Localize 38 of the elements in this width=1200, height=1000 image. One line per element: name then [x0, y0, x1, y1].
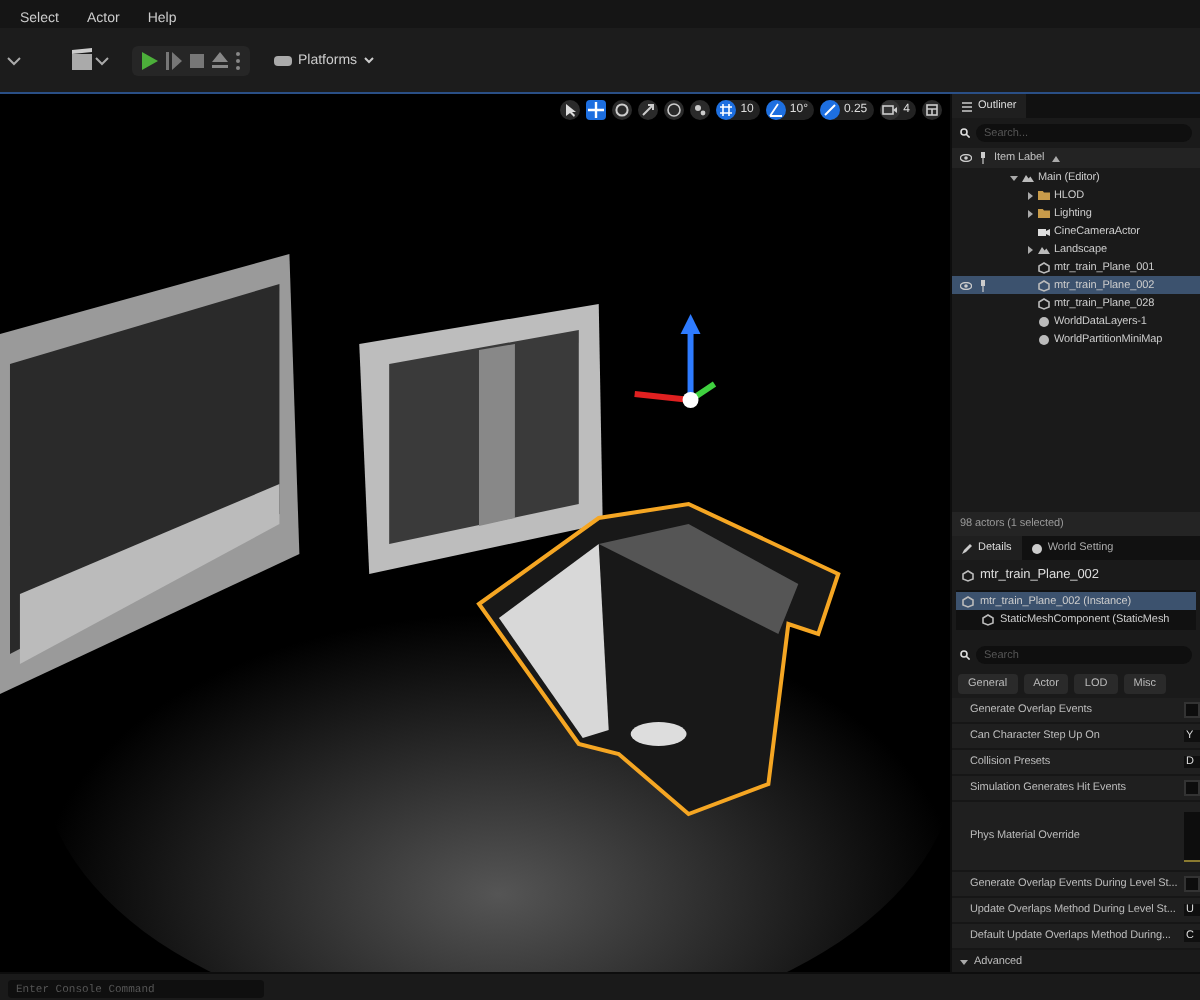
caret-icon: [363, 56, 374, 64]
sort-icon: [1052, 155, 1061, 161]
collapsed-caret-icon[interactable]: [1025, 209, 1033, 217]
layout-icon[interactable]: [922, 100, 942, 120]
search-icon: [960, 128, 970, 138]
clapperboard-icon[interactable]: [68, 46, 112, 74]
move-tool-button[interactable]: [586, 100, 607, 120]
pin-icon[interactable]: [980, 152, 986, 164]
eject-icon[interactable]: [212, 52, 228, 68]
expanded-caret-icon[interactable]: [1009, 173, 1017, 181]
transform-gizmo-icon: [634, 314, 717, 408]
mesh-icon: [962, 569, 974, 581]
list-icon: [962, 101, 972, 111]
mountain-icon: [1022, 172, 1034, 182]
scale-snap-icon: [819, 100, 840, 120]
step-icon[interactable]: [166, 51, 182, 69]
camera-icon: [1038, 226, 1050, 236]
checkbox[interactable]: [1184, 702, 1200, 718]
camera-snap-icon: [879, 100, 900, 120]
grid-snap-icon: [716, 100, 737, 120]
mountain-icon: [1038, 244, 1050, 254]
checkbox[interactable]: [1184, 780, 1200, 796]
rotate-tool-button[interactable]: [612, 100, 633, 120]
checkbox[interactable]: [1184, 876, 1200, 892]
asset-thumbnail[interactable]: [1184, 811, 1200, 861]
eye-icon[interactable]: [960, 154, 972, 162]
pin-icon[interactable]: [980, 279, 986, 291]
angle-snap-icon: [765, 100, 786, 120]
search-icon: [960, 650, 970, 660]
collapsed-caret-icon[interactable]: [1025, 245, 1033, 253]
play-icon[interactable]: [142, 51, 158, 69]
select-tool-button[interactable]: [560, 100, 581, 120]
collapsed-caret-icon[interactable]: [1025, 191, 1033, 199]
stop-icon[interactable]: [190, 53, 204, 67]
pencil-icon: [962, 543, 972, 553]
eye-icon[interactable]: [960, 281, 972, 289]
expanded-caret-icon[interactable]: [960, 957, 968, 965]
scale-tool-button[interactable]: [638, 100, 659, 120]
